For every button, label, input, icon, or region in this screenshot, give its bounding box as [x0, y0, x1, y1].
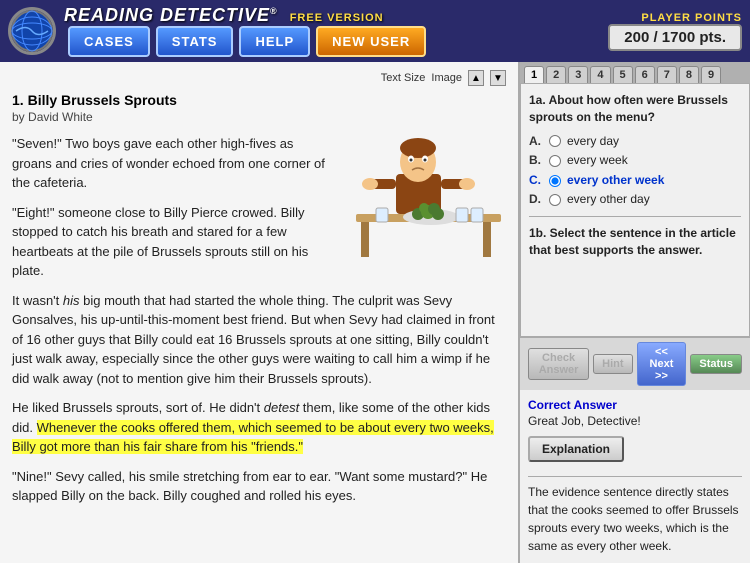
question-1a-text: 1a. About how often were Brussels sprout… — [529, 92, 741, 126]
status-button[interactable]: Status — [690, 354, 742, 374]
check-answer-button[interactable]: Check Answer — [528, 348, 589, 380]
toolbar: Text Size Image ▲ ▼ — [12, 70, 506, 86]
option-c: C. every other week — [529, 173, 741, 189]
new-user-button[interactable]: NEW USER — [316, 26, 426, 57]
logo-globe — [8, 7, 56, 55]
question-divider — [529, 216, 741, 217]
question-1b-text: 1b. Select the sentence in the article t… — [529, 225, 741, 259]
tab-9[interactable]: 9 — [701, 66, 721, 83]
option-d: D. every other day — [529, 192, 741, 208]
question-tabs: 1 2 3 4 5 6 7 8 9 — [520, 62, 750, 83]
option-a-label: every day — [567, 134, 619, 150]
tab-4[interactable]: 4 — [590, 66, 610, 83]
tab-3[interactable]: 3 — [568, 66, 588, 83]
app-title: READING DETECTIVE® FREE VERSION — [64, 5, 384, 26]
radio-option-c[interactable] — [549, 175, 561, 187]
illustration-svg — [346, 134, 506, 264]
image-label: Image — [431, 72, 462, 84]
tab-7[interactable]: 7 — [657, 66, 677, 83]
text-size-label: Text Size — [381, 72, 426, 84]
radio-option-a[interactable] — [549, 135, 561, 147]
correct-answer-text: Great Job, Detective! — [528, 414, 742, 428]
image-down-button[interactable]: ▼ — [490, 70, 506, 86]
explanation-divider — [528, 476, 742, 477]
question-content: 1a. About how often were Brussels sprout… — [520, 83, 750, 337]
next-button[interactable]: << Next >> — [637, 342, 687, 386]
help-button[interactable]: HELP — [239, 26, 310, 57]
stats-button[interactable]: STATS — [156, 26, 234, 57]
explanation-button[interactable]: Explanation — [528, 436, 624, 462]
article-illustration — [346, 134, 506, 270]
image-up-button[interactable]: ▲ — [468, 70, 484, 86]
action-row: Check Answer Hint << Next >> Status — [520, 337, 750, 390]
option-b-label: every week — [567, 153, 628, 169]
option-a: A. every day — [529, 134, 741, 150]
option-d-label: every other day — [567, 192, 650, 208]
article-title: 1. Billy Brussels Sprouts — [12, 92, 506, 108]
article-body: "Seven!" Two boys gave each other high-f… — [12, 134, 506, 506]
tab-5[interactable]: 5 — [613, 66, 633, 83]
free-version-label: FREE VERSION — [290, 12, 384, 24]
radio-option-b[interactable] — [549, 155, 561, 167]
cases-button[interactable]: CASES — [68, 26, 150, 57]
option-b: B. every week — [529, 153, 741, 169]
option-c-label: every other week — [567, 173, 664, 189]
main-content: Text Size Image ▲ ▼ 1. Billy Brussels Sp… — [0, 62, 750, 563]
paragraph-4: He liked Brussels sprouts, sort of. He d… — [12, 398, 506, 457]
player-points-area: PLAYER POINTS 200 / 1700 pts. — [608, 12, 742, 51]
paragraph-5: "Nine!" Sevy called, his smile stretchin… — [12, 467, 506, 506]
tab-2[interactable]: 2 — [546, 66, 566, 83]
nav-buttons: CASES STATS HELP NEW USER — [68, 26, 426, 57]
header: READING DETECTIVE® FREE VERSION CASES ST… — [0, 0, 750, 62]
right-panel: 1 2 3 4 5 6 7 8 9 1a. About how often we… — [520, 62, 750, 563]
article-author: by David White — [12, 110, 506, 124]
explanation-text: The evidence sentence directly states th… — [528, 483, 742, 555]
tab-8[interactable]: 8 — [679, 66, 699, 83]
globe-icon — [11, 10, 53, 52]
tab-6[interactable]: 6 — [635, 66, 655, 83]
correct-area: Correct Answer Great Job, Detective! Exp… — [520, 390, 750, 563]
player-points-label: PLAYER POINTS — [641, 12, 742, 24]
tab-1[interactable]: 1 — [524, 66, 544, 83]
radio-option-d[interactable] — [549, 194, 561, 206]
left-panel: Text Size Image ▲ ▼ 1. Billy Brussels Sp… — [0, 62, 520, 563]
hint-button[interactable]: Hint — [593, 354, 632, 374]
logo-text-area: READING DETECTIVE® FREE VERSION CASES ST… — [64, 5, 426, 57]
paragraph-3: It wasn't his big mouth that had started… — [12, 291, 506, 389]
correct-answer-label: Correct Answer — [528, 398, 742, 412]
player-points-value: 200 / 1700 pts. — [608, 24, 742, 51]
highlight-sentence[interactable]: Whenever the cooks offered them, which s… — [12, 420, 494, 455]
